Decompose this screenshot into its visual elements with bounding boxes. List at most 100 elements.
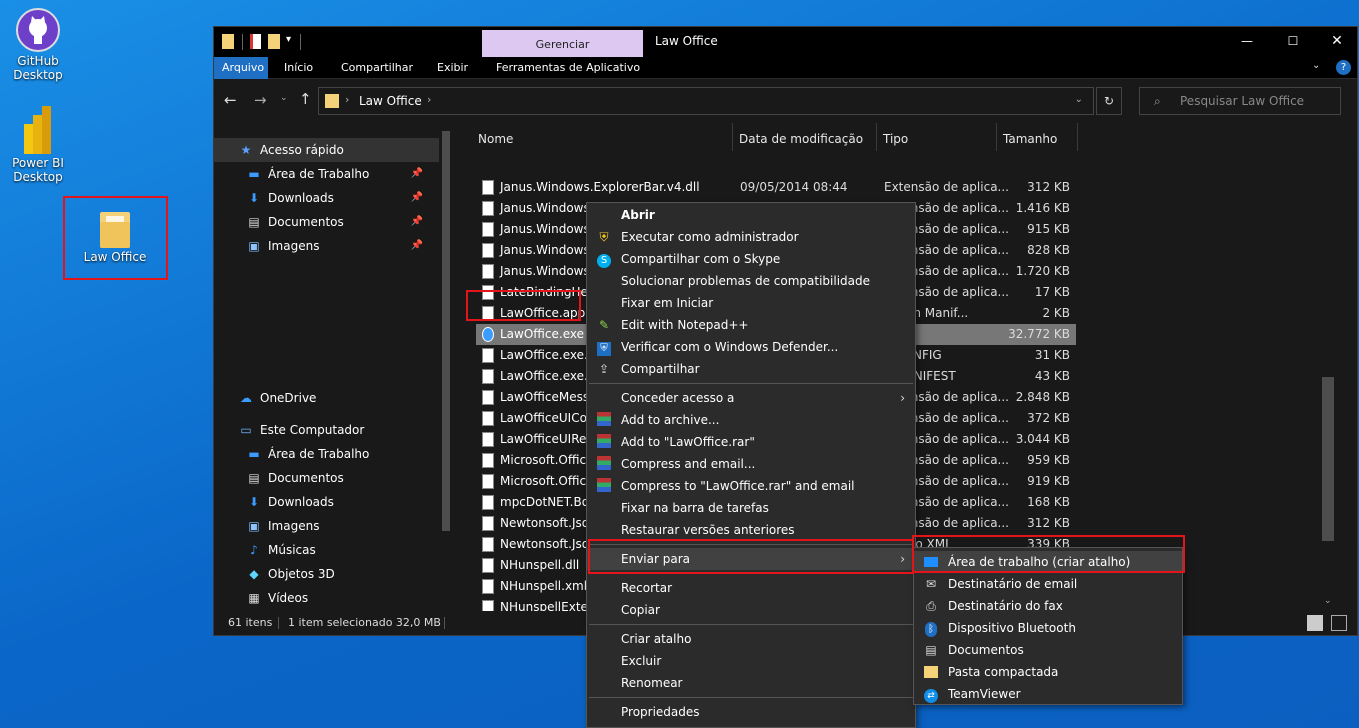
- nav-downloads[interactable]: ⬇ Downloads 📌: [246, 186, 439, 210]
- nav-pc-videos[interactable]: ▦ Vídeos: [246, 586, 308, 610]
- menu-item-label: Fixar em Iniciar: [621, 296, 714, 310]
- nav-pc-3d-objects[interactable]: ◆ Objetos 3D: [246, 562, 334, 586]
- pictures-icon: ▣: [248, 519, 260, 533]
- submenu-arrow-icon: ›: [900, 391, 905, 405]
- menu-item-executar-como-administrador[interactable]: ⛨ Executar como administrador: [587, 226, 915, 248]
- menu-item-restaurar-versoes-anteriores[interactable]: Restaurar versões anteriores: [587, 519, 915, 541]
- item-count: 61 itens: [228, 616, 273, 629]
- menu-item-compress-to-lawoffice-rar-and-email[interactable]: Compress to "LawOffice.rar" and email: [587, 475, 915, 497]
- maximize-button[interactable]: ☐: [1270, 27, 1316, 57]
- documents-icon: ▤: [248, 471, 260, 485]
- menu-item-renomear[interactable]: Renomear: [587, 672, 915, 694]
- close-button[interactable]: ✕: [1314, 27, 1359, 57]
- refresh-button[interactable]: ↻: [1096, 87, 1122, 115]
- column-header-size[interactable]: Tamanho: [1003, 127, 1057, 151]
- send-to-item-destinatario-do-fax[interactable]: ⎙ Destinatário do fax: [914, 595, 1182, 617]
- file-icon: [482, 516, 494, 531]
- nav-pc-music[interactable]: ♪ Músicas: [246, 538, 316, 562]
- menu-item-abrir[interactable]: Abrir: [587, 204, 915, 226]
- recent-locations-icon[interactable]: ⌄: [280, 93, 288, 103]
- tab-arquivo[interactable]: Arquivo: [214, 57, 268, 79]
- tab-exibir[interactable]: Exibir: [429, 57, 476, 79]
- nav-desktop[interactable]: ▬ Área de Trabalho 📌: [246, 162, 439, 186]
- menu-item-compress-and-email[interactable]: Compress and email...: [587, 453, 915, 475]
- breadcrumb-law-office[interactable]: Law Office: [359, 94, 422, 108]
- nav-pc-desktop[interactable]: ▬ Área de Trabalho: [246, 442, 369, 466]
- nav-scrollbar[interactable]: [442, 131, 450, 531]
- notepad-icon: ✎: [598, 318, 610, 332]
- tab-ferramentas-aplicativo[interactable]: Ferramentas de Aplicativo: [488, 57, 648, 79]
- properties-icon[interactable]: [250, 34, 261, 49]
- column-header-name[interactable]: Nome: [478, 127, 513, 151]
- menu-item-add-to-lawoffice-rar[interactable]: Add to "LawOffice.rar": [587, 431, 915, 453]
- menu-item-copiar[interactable]: Copiar: [587, 599, 915, 621]
- new-folder-icon[interactable]: [268, 34, 280, 49]
- send-to-item-documentos[interactable]: ▤ Documentos: [914, 639, 1182, 661]
- tab-compartilhar[interactable]: Compartilhar: [333, 57, 421, 79]
- file-name: Janus.Windows.ExplorerBar.v4.dll: [500, 180, 700, 194]
- details-view-icon[interactable]: [1307, 615, 1323, 631]
- column-header-date[interactable]: Data de modificação: [739, 127, 863, 151]
- nav-onedrive[interactable]: ☁ OneDrive: [238, 386, 439, 410]
- menu-item-edit-with-notepad[interactable]: ✎ Edit with Notepad++: [587, 314, 915, 336]
- expand-ribbon-icon[interactable]: ⌄: [1312, 60, 1320, 71]
- large-icons-view-icon[interactable]: [1331, 615, 1347, 631]
- shield-icon: ⛨: [599, 230, 609, 244]
- menu-item-propriedades[interactable]: Propriedades: [587, 701, 915, 723]
- scroll-down-icon[interactable]: ⌄: [1324, 596, 1332, 606]
- desktop-icon-powerbi[interactable]: Power BI Desktop: [0, 106, 76, 184]
- selection-info: 1 item selecionado 32,0 MB: [288, 616, 441, 629]
- menu-item-conceder-acesso-a[interactable]: Conceder acesso a ›: [587, 387, 915, 409]
- file-size: 31 KB: [1034, 348, 1070, 362]
- help-icon[interactable]: ?: [1336, 60, 1351, 75]
- menu-item-fixar-em-iniciar[interactable]: Fixar em Iniciar: [587, 292, 915, 314]
- menu-item-criar-atalho[interactable]: Criar atalho: [587, 628, 915, 650]
- menu-item-compartilhar[interactable]: ⇪ Compartilhar: [587, 358, 915, 380]
- send-to-item-teamviewer[interactable]: ⇄ TeamViewer: [914, 683, 1182, 705]
- menu-item-add-to-archive[interactable]: Add to archive...: [587, 409, 915, 431]
- file-icon: [482, 369, 494, 384]
- address-dropdown-icon[interactable]: ⌄: [1075, 94, 1083, 105]
- nav-quick-access[interactable]: ★ Acesso rápido: [214, 138, 439, 162]
- menu-item-label: TeamViewer: [948, 687, 1021, 701]
- menu-item-fixar-na-barra-de-tarefas[interactable]: Fixar na barra de tarefas: [587, 497, 915, 519]
- desktop-icon-github[interactable]: GitHub Desktop: [0, 8, 76, 82]
- send-to-item-dispositivo-bluetooth[interactable]: ᛒ Dispositivo Bluetooth: [914, 617, 1182, 639]
- nav-pictures[interactable]: ▣ Imagens 📌: [246, 234, 439, 258]
- menu-item-compartilhar-com-o-skype[interactable]: S Compartilhar com o Skype: [587, 248, 915, 270]
- search-input[interactable]: ⌕ Pesquisar Law Office: [1139, 87, 1341, 115]
- customize-toolbar-icon[interactable]: ▾: [286, 34, 291, 45]
- menu-item-label: Edit with Notepad++: [621, 318, 749, 332]
- zip-folder-icon: [923, 664, 939, 680]
- send-to-item-pasta-compactada[interactable]: Pasta compactada: [914, 661, 1182, 683]
- send-to-item-destinatario-de-email[interactable]: ✉ Destinatário de email: [914, 573, 1182, 595]
- table-row[interactable]: Janus.Windows.ExplorerBar.v4.dll 09/05/20…: [476, 177, 1076, 198]
- menu-item-label: Criar atalho: [621, 632, 692, 646]
- address-bar[interactable]: › Law Office › ⌄: [318, 87, 1094, 115]
- nav-pc-documents[interactable]: ▤ Documentos: [246, 466, 343, 490]
- menu-item-recortar[interactable]: Recortar: [587, 577, 915, 599]
- star-icon: ★: [240, 143, 252, 157]
- search-placeholder: Pesquisar Law Office: [1180, 94, 1305, 108]
- forward-arrow-icon[interactable]: →: [254, 91, 267, 109]
- menu-item-solucionar-problemas-de-compatibilidade[interactable]: Solucionar problemas de compatibilidade: [587, 270, 915, 292]
- menu-item-label: Compress and email...: [621, 457, 756, 471]
- column-header-type[interactable]: Tipo: [883, 127, 908, 151]
- pin-icon: 📌: [410, 168, 423, 179]
- folder-small-icon[interactable]: [222, 34, 234, 49]
- menu-item-label: Recortar: [621, 581, 673, 595]
- nav-this-pc[interactable]: ▭ Este Computador: [238, 418, 439, 442]
- nav-documents[interactable]: ▤ Documentos 📌: [246, 210, 439, 234]
- nav-pc-pictures[interactable]: ▣ Imagens: [246, 514, 319, 538]
- file-scrollbar[interactable]: [1322, 377, 1334, 541]
- back-arrow-icon[interactable]: ←: [224, 91, 237, 109]
- search-icon: ⌕: [1154, 94, 1161, 108]
- menu-item-excluir[interactable]: Excluir: [587, 650, 915, 672]
- nav-pc-downloads[interactable]: ⬇ Downloads: [246, 490, 334, 514]
- minimize-button[interactable]: —: [1224, 27, 1270, 57]
- up-arrow-icon[interactable]: ↑: [299, 90, 312, 108]
- file-size: 959 KB: [1027, 453, 1070, 467]
- menu-item-label: Fixar na barra de tarefas: [621, 501, 769, 515]
- tab-inicio[interactable]: Início: [276, 57, 321, 79]
- menu-item-verificar-com-o-windows-defender[interactable]: ⛨ Verificar com o Windows Defender...: [587, 336, 915, 358]
